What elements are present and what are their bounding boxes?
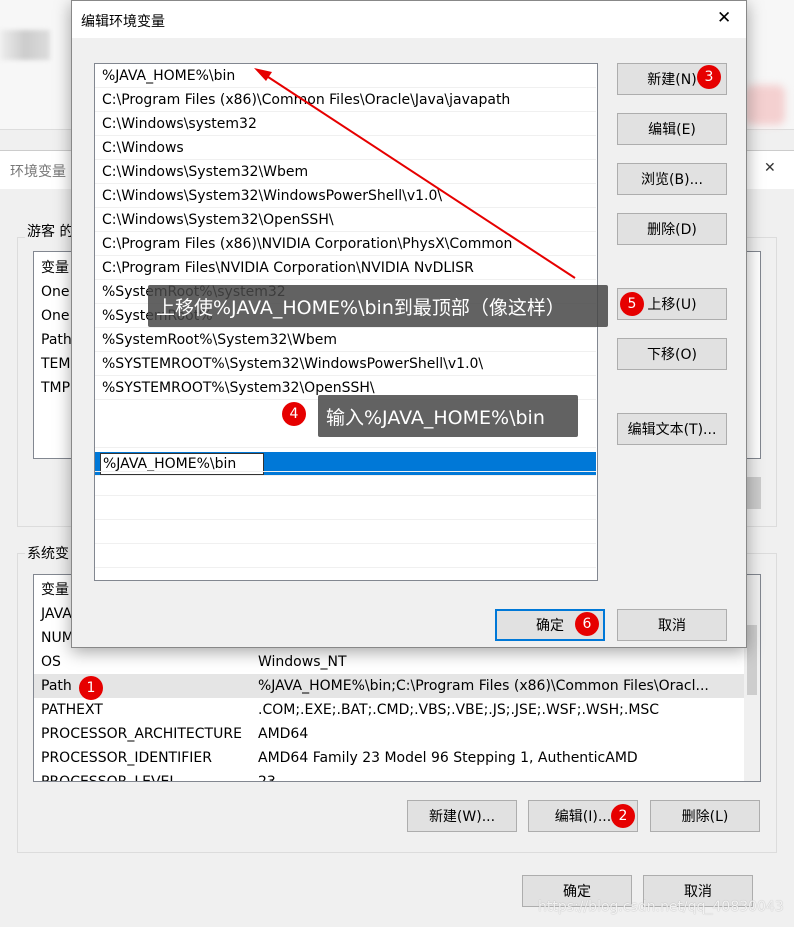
- watermark: https://blog.csdn.net/qq_40830043: [538, 899, 784, 915]
- step-badge-5: 5: [620, 292, 644, 316]
- tooltip-input: 输入%JAVA_HOME%\bin: [318, 395, 578, 437]
- step-badge-2: 2: [611, 804, 635, 828]
- step-badge-1: 1: [79, 676, 103, 700]
- arrow-line: [261, 72, 576, 279]
- arrow-head: [254, 68, 272, 81]
- step-badge-4: 4: [282, 402, 306, 426]
- annotation-arrow: [254, 68, 576, 279]
- tooltip-move-up: 上移使%JAVA_HOME%\bin到最顶部（像这样）: [148, 285, 608, 327]
- step-badge-6: 6: [575, 612, 599, 636]
- step-badge-3: 3: [697, 65, 721, 89]
